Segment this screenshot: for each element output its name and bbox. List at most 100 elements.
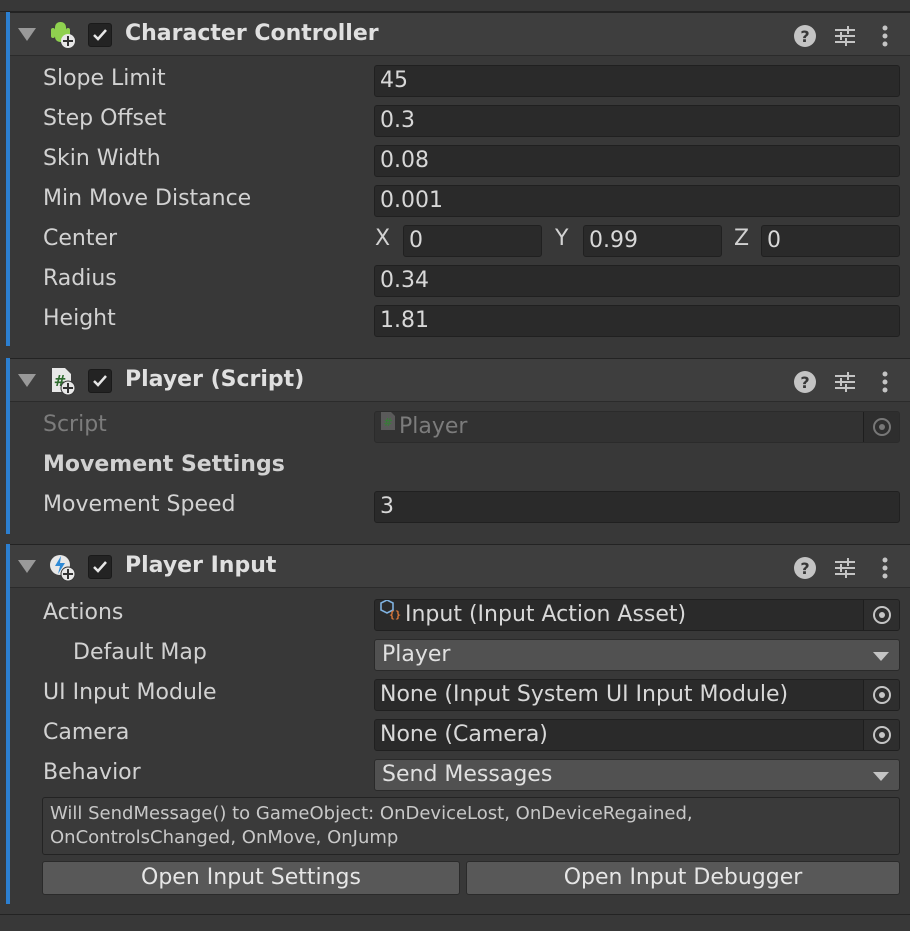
skin-width-row: Skin Width 0.08	[10, 143, 910, 177]
help-text-line: OnControlsChanged, OnMove, OnJump	[50, 827, 399, 848]
default-map-row: Default Map Player	[10, 637, 910, 671]
behavior-value: Send Messages	[382, 762, 553, 787]
svg-text:#: #	[383, 416, 392, 429]
height-row: Height 1.81	[10, 303, 910, 337]
field-label: Behavior	[43, 760, 141, 785]
camera-field[interactable]: None (Camera)	[374, 719, 900, 751]
field-label: Actions	[43, 600, 124, 625]
camera-value: None (Camera)	[380, 722, 548, 747]
character-controller-component: Character Controller ? Slope Limit 45 St…	[0, 12, 910, 358]
center-z-label[interactable]: Z	[734, 226, 749, 251]
behavior-row: Behavior Send Messages	[10, 757, 910, 791]
actions-value: Input (Input Action Asset)	[405, 602, 687, 627]
player-script-header[interactable]: # Player (Script) ?	[10, 358, 910, 402]
behavior-dropdown[interactable]: Send Messages	[374, 759, 900, 791]
camera-row: Camera None (Camera)	[10, 717, 910, 751]
default-map-value: Player	[382, 642, 451, 667]
actions-field[interactable]: {} Input (Input Action Asset)	[374, 599, 900, 631]
presets-icon[interactable]	[832, 23, 858, 49]
ui-input-module-value: None (Input System UI Input Module)	[380, 682, 789, 707]
component-title: Character Controller	[125, 21, 379, 46]
field-label: Step Offset	[43, 106, 167, 131]
input-action-asset-icon: {}	[380, 600, 402, 629]
player-script-body: Script # Player Movement Settings Moveme…	[10, 402, 910, 534]
center-row: Center X 0 Y 0.99 Z 0	[10, 223, 910, 257]
field-label: Slope Limit	[43, 66, 166, 91]
radius-row: Radius 0.34	[10, 263, 910, 297]
field-label: Default Map	[73, 640, 207, 665]
enabled-checkbox[interactable]	[88, 555, 112, 579]
field-label: Center	[43, 226, 118, 251]
script-field: # Player	[374, 411, 900, 443]
center-y-label[interactable]: Y	[555, 226, 568, 251]
field-label: Movement Speed	[43, 492, 236, 517]
slope-limit-field[interactable]: 45	[374, 65, 900, 97]
svg-text:?: ?	[800, 373, 809, 392]
enabled-checkbox[interactable]	[88, 23, 112, 47]
player-input-header[interactable]: Player Input ?	[10, 544, 910, 588]
character-controller-body: Slope Limit 45 Step Offset 0.3 Skin Widt…	[10, 56, 910, 346]
center-z-field[interactable]: 0	[761, 225, 900, 257]
help-text-line: Will SendMessage() to GameObject: OnDevi…	[50, 803, 693, 824]
step-offset-field[interactable]: 0.3	[374, 105, 900, 137]
object-picker-icon[interactable]	[863, 680, 899, 710]
dropdown-caret-icon	[873, 652, 889, 661]
object-picker-icon[interactable]	[863, 600, 899, 630]
inspector-top-edge	[0, 0, 910, 12]
enabled-checkbox[interactable]	[88, 369, 112, 393]
foldout-arrow-icon[interactable]	[18, 28, 36, 41]
svg-text:?: ?	[800, 27, 809, 46]
player-input-icon	[48, 553, 76, 582]
radius-field[interactable]: 0.34	[374, 265, 900, 297]
open-input-debugger-button[interactable]: Open Input Debugger	[466, 861, 900, 895]
foldout-arrow-icon[interactable]	[18, 374, 36, 387]
slope-limit-row: Slope Limit 45	[10, 63, 910, 97]
field-label: UI Input Module	[43, 680, 217, 705]
actions-row: Actions {} Input (Input Action Asset)	[10, 597, 910, 631]
more-options-icon[interactable]	[872, 369, 898, 395]
min-move-distance-field[interactable]: 0.001	[374, 185, 900, 217]
component-title: Player (Script)	[125, 367, 305, 392]
step-offset-row: Step Offset 0.3	[10, 103, 910, 137]
center-y-field[interactable]: 0.99	[583, 225, 722, 257]
height-field[interactable]: 1.81	[374, 305, 900, 337]
script-value: Player	[399, 414, 468, 439]
center-x-label[interactable]: X	[375, 226, 390, 251]
movement-speed-field[interactable]: 3	[374, 491, 900, 523]
default-map-dropdown[interactable]: Player	[374, 639, 900, 671]
presets-icon[interactable]	[832, 369, 858, 395]
object-picker-icon	[863, 412, 899, 442]
field-label: Min Move Distance	[43, 186, 252, 211]
component-title: Player Input	[125, 553, 277, 578]
movement-speed-row: Movement Speed 3	[10, 489, 910, 523]
open-input-settings-button[interactable]: Open Input Settings	[42, 861, 460, 895]
more-options-icon[interactable]	[872, 23, 898, 49]
svg-text:{}: {}	[389, 610, 401, 620]
object-picker-icon[interactable]	[863, 720, 899, 750]
csharp-script-icon: #	[380, 412, 396, 440]
script-row: Script # Player	[10, 409, 910, 443]
csharp-script-icon: #	[48, 367, 76, 396]
inspector-bottom-divider	[0, 914, 910, 915]
field-label: Skin Width	[43, 146, 161, 171]
field-label: Radius	[43, 266, 117, 291]
help-icon[interactable]: ?	[792, 23, 818, 49]
center-x-field[interactable]: 0	[403, 225, 542, 257]
skin-width-field[interactable]: 0.08	[374, 145, 900, 177]
help-icon[interactable]: ?	[792, 555, 818, 581]
min-move-distance-row: Min Move Distance 0.001	[10, 183, 910, 217]
presets-icon[interactable]	[832, 555, 858, 581]
foldout-arrow-icon[interactable]	[18, 560, 36, 573]
help-icon[interactable]: ?	[792, 369, 818, 395]
ui-input-module-field[interactable]: None (Input System UI Input Module)	[374, 679, 900, 711]
player-input-component: Player Input ? Actions {} Input (Input A…	[0, 544, 910, 914]
more-options-icon[interactable]	[872, 555, 898, 581]
section-heading: Movement Settings	[43, 452, 285, 477]
player-script-component: # Player (Script) ? Script # Player Move…	[0, 358, 910, 544]
field-label: Script	[43, 412, 107, 437]
ui-input-module-row: UI Input Module None (Input System UI In…	[10, 677, 910, 711]
svg-text:?: ?	[800, 559, 809, 578]
character-controller-header[interactable]: Character Controller ?	[10, 12, 910, 56]
dropdown-caret-icon	[873, 772, 889, 781]
field-label: Height	[43, 306, 116, 331]
